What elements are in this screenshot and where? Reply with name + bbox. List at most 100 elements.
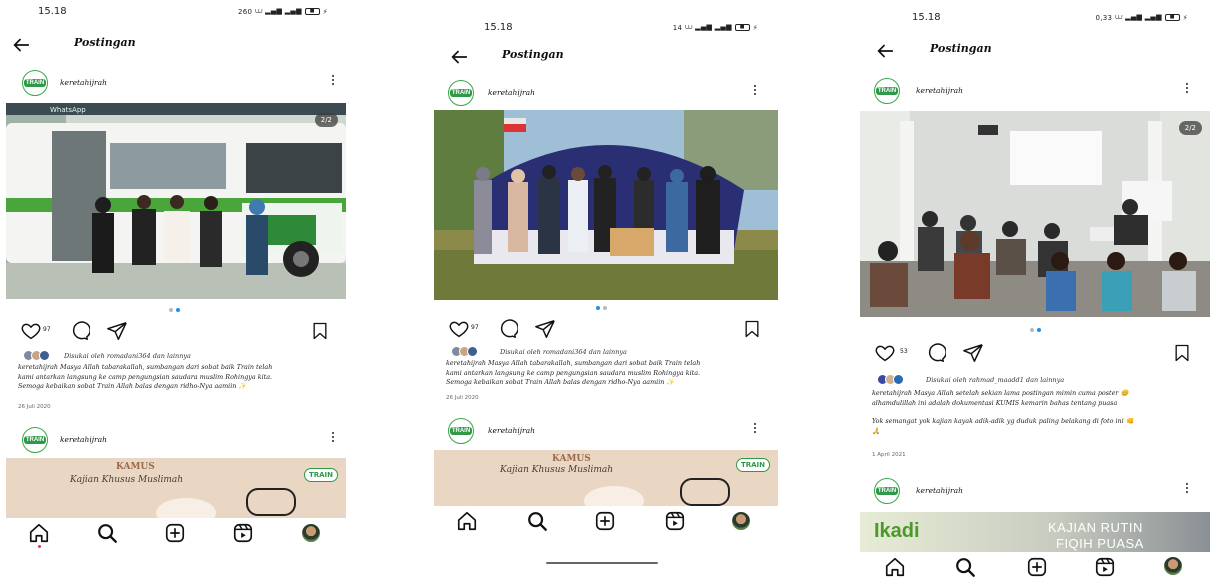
post-photo-tent[interactable] bbox=[434, 110, 778, 300]
home-icon[interactable] bbox=[884, 556, 906, 578]
post-header: TRAIN keretahijrah bbox=[22, 70, 336, 98]
caption-line: keretahijrah Masya Allah tabarakallah, s… bbox=[446, 359, 701, 367]
status-icons: 14 ⩊ ▂▄▆ ▂▄▆ ■ ⚡ bbox=[672, 23, 758, 32]
reels-icon[interactable] bbox=[232, 522, 254, 544]
comment-icon[interactable] bbox=[496, 318, 518, 340]
caption-line: keretahijrah Masya Allah setelah sekian … bbox=[872, 389, 1129, 397]
post-caption: keretahijrah Masya Allah tabarakallah, s… bbox=[446, 359, 776, 388]
bookmark-icon[interactable] bbox=[742, 318, 762, 340]
gesture-home-bar[interactable] bbox=[546, 562, 658, 564]
more-vertical-icon[interactable] bbox=[330, 430, 336, 446]
back-arrow-icon[interactable] bbox=[448, 46, 470, 68]
post-username[interactable]: keretahijrah bbox=[916, 486, 963, 495]
home-icon[interactable] bbox=[456, 510, 478, 532]
send-icon[interactable] bbox=[962, 342, 984, 364]
battery-icon: ■ bbox=[1164, 14, 1180, 21]
net-speed: 14 bbox=[672, 23, 683, 32]
more-vertical-icon[interactable] bbox=[1184, 481, 1190, 497]
heart-icon[interactable] bbox=[20, 320, 42, 342]
back-arrow-icon[interactable] bbox=[10, 34, 32, 56]
liked-avatars bbox=[451, 346, 478, 357]
search-icon[interactable] bbox=[96, 522, 118, 544]
more-vertical-icon[interactable] bbox=[752, 421, 758, 437]
like-count: 97 bbox=[471, 324, 479, 331]
profile-avatar[interactable] bbox=[302, 524, 320, 542]
reels-icon[interactable] bbox=[1094, 556, 1116, 578]
add-post-icon[interactable] bbox=[594, 510, 616, 532]
profile-avatar[interactable] bbox=[1164, 557, 1182, 575]
bottom-nav bbox=[854, 552, 1210, 578]
account-avatar[interactable]: TRAIN bbox=[874, 78, 900, 104]
reels-icon[interactable] bbox=[664, 510, 686, 532]
add-post-icon[interactable] bbox=[1026, 556, 1048, 578]
notification-dot bbox=[38, 545, 41, 548]
send-icon[interactable] bbox=[106, 320, 128, 342]
liked-by-row[interactable]: Disukai oleh romadani364 dan lainnya bbox=[0, 350, 350, 364]
liked-by-row[interactable]: Disukai oleh romadani364 dan lainnya bbox=[428, 346, 778, 360]
search-icon[interactable] bbox=[954, 556, 976, 578]
signal-icons: ⩊ ▂▄▆ ▂▄▆ bbox=[255, 7, 302, 15]
add-post-icon[interactable] bbox=[164, 522, 186, 544]
page-title: Postingan bbox=[502, 48, 564, 61]
comment-icon[interactable] bbox=[68, 320, 90, 342]
bookmark-icon[interactable] bbox=[310, 320, 330, 342]
liked-by-text: Disukai oleh romadani364 dan lainnya bbox=[500, 348, 627, 356]
photo-detail bbox=[156, 498, 216, 518]
photo-detail bbox=[680, 478, 730, 506]
post-header: TRAIN keretahijrah bbox=[874, 78, 1198, 106]
status-icons: 260 ⩊ ▂▄▆ ▂▄▆ ■ ⚡ bbox=[237, 7, 328, 16]
status-bar: 15.18 0,33 ⩊ ▂▄▆ ▂▄▆ ■ ⚡ bbox=[912, 12, 1188, 28]
post-date: 26 Juli 2020 bbox=[18, 404, 51, 410]
banner-subtitle: FIQIH PUASA bbox=[1056, 536, 1144, 551]
post-photo-kajian[interactable]: 2/2 bbox=[860, 111, 1210, 317]
profile-avatar[interactable] bbox=[732, 512, 750, 530]
post-photo-bus[interactable]: WhatsApp 2/2 bbox=[6, 103, 346, 299]
phone-screen-3: 15.18 0,33 ⩊ ▂▄▆ ▂▄▆ ■ ⚡ Postingan TRAIN … bbox=[854, 0, 1210, 578]
account-avatar[interactable]: TRAIN bbox=[448, 80, 474, 106]
caption-line bbox=[872, 408, 1206, 417]
account-avatar[interactable]: TRAIN bbox=[22, 427, 48, 453]
next-post-photo[interactable]: KAMUS Kajian Khusus Muslimah TRAIN bbox=[6, 458, 346, 518]
post-date: 26 Juli 2020 bbox=[446, 395, 479, 401]
like-count: 53 bbox=[900, 348, 908, 355]
photo-kajian-image bbox=[860, 111, 1210, 317]
post-username[interactable]: keretahijrah bbox=[488, 426, 535, 435]
post-caption: keretahijrah Masya Allah setelah sekian … bbox=[872, 389, 1206, 436]
battery-icon: ■ bbox=[734, 24, 750, 31]
liked-by-row[interactable]: Disukai oleh rahmad_maadd1 dan lainnya bbox=[854, 374, 1210, 388]
heart-icon[interactable] bbox=[874, 342, 896, 364]
post-actions: 97 bbox=[0, 320, 350, 342]
send-icon[interactable] bbox=[534, 318, 556, 340]
post-username[interactable]: keretahijrah bbox=[916, 86, 963, 95]
bookmark-icon[interactable] bbox=[1172, 342, 1192, 364]
more-vertical-icon[interactable] bbox=[1184, 81, 1190, 97]
photo-detail bbox=[584, 486, 644, 506]
heart-icon[interactable] bbox=[448, 318, 470, 340]
account-avatar[interactable]: TRAIN bbox=[448, 418, 474, 444]
back-arrow-icon[interactable] bbox=[874, 40, 896, 62]
more-vertical-icon[interactable] bbox=[752, 83, 758, 99]
comment-icon[interactable] bbox=[924, 342, 946, 364]
post-username[interactable]: keretahijrah bbox=[60, 435, 107, 444]
post-username[interactable]: keretahijrah bbox=[60, 78, 107, 87]
caption-line: 🙏 bbox=[872, 426, 880, 435]
carousel-dots bbox=[1030, 328, 1041, 332]
more-vertical-icon[interactable] bbox=[330, 73, 336, 89]
next-post-photo[interactable]: Ikadi KAJIAN RUTIN FIQIH PUASA bbox=[860, 512, 1210, 552]
battery-icon: ■ bbox=[304, 8, 320, 15]
liked-by-text: Disukai oleh rahmad_maadd1 dan lainnya bbox=[926, 376, 1065, 384]
photo-detail bbox=[246, 488, 296, 516]
post-username[interactable]: keretahijrah bbox=[488, 88, 535, 97]
search-icon[interactable] bbox=[526, 510, 548, 532]
account-avatar[interactable]: TRAIN bbox=[874, 478, 900, 504]
next-post-photo[interactable]: KAMUS Kajian Khusus Muslimah TRAIN bbox=[434, 450, 778, 506]
caption-line: Semoga kebaikan sobat Train Allah balas … bbox=[446, 378, 675, 386]
caption-line: kami antarkan langsung ke camp pengungsi… bbox=[446, 368, 701, 377]
signal-icons: ⩊ ▂▄▆ ▂▄▆ bbox=[1115, 13, 1162, 21]
status-bar: 15.18 14 ⩊ ▂▄▆ ▂▄▆ ■ ⚡ bbox=[484, 22, 758, 38]
account-avatar[interactable]: TRAIN bbox=[22, 70, 48, 96]
post-header: TRAIN keretahijrah bbox=[448, 80, 766, 108]
bottom-nav bbox=[0, 522, 350, 552]
home-icon[interactable] bbox=[28, 522, 50, 544]
status-icons: 0,33 ⩊ ▂▄▆ ▂▄▆ ■ ⚡ bbox=[1095, 13, 1188, 22]
